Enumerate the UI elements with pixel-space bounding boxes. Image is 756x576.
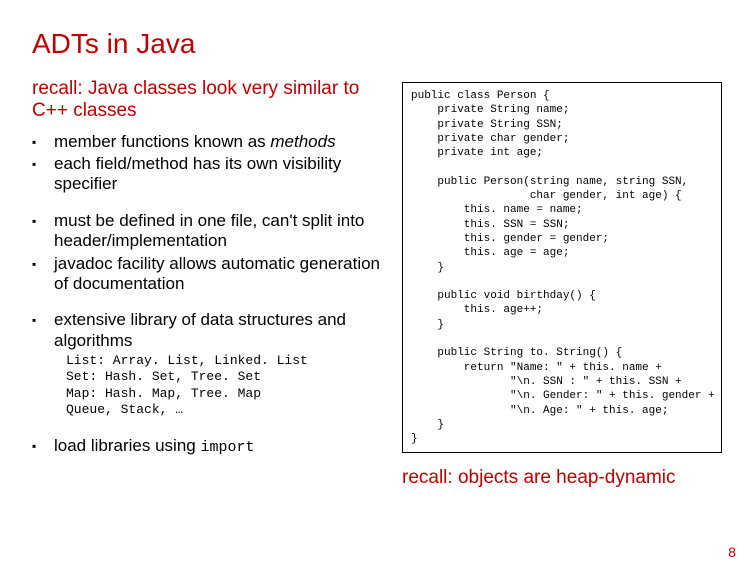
bullet-text: must be defined in one file, can't split… [54, 211, 382, 252]
bullet-text: extensive library of data structures and… [54, 310, 382, 351]
bullet-marker: ▪ [32, 132, 54, 152]
bullet-group-d: ▪ load libraries using import [32, 436, 382, 457]
recall-note: recall: objects are heap-dynamic [402, 467, 722, 489]
bullet-marker: ▪ [32, 154, 54, 195]
bullet-group-c: ▪ extensive library of data structures a… [32, 310, 382, 418]
bullet-text: load libraries using import [54, 436, 382, 457]
bullet-text: each field/method has its own visibility… [54, 154, 382, 195]
bullet-item: ▪ load libraries using import [32, 436, 382, 457]
bullet-text: javadoc facility allows automatic genera… [54, 254, 382, 295]
bullet-item: ▪ must be defined in one file, can't spl… [32, 211, 382, 252]
page-number: 8 [728, 544, 736, 560]
sub-list-mono: List: Array. List, Linked. List Set: Has… [66, 353, 382, 418]
right-column: public class Person { private String nam… [402, 78, 722, 489]
bullet-marker: ▪ [32, 254, 54, 295]
bullet-marker: ▪ [32, 211, 54, 252]
bullet-text: member functions known as methods [54, 132, 382, 152]
bullet-item: ▪ each field/method has its own visibili… [32, 154, 382, 195]
bullet-item: ▪ extensive library of data structures a… [32, 310, 382, 351]
intro-text: recall: Java classes look very similar t… [32, 78, 382, 122]
content-area: recall: Java classes look very similar t… [32, 78, 724, 489]
bullet-marker: ▪ [32, 310, 54, 351]
bullet-item: ▪ javadoc facility allows automatic gene… [32, 254, 382, 295]
code-sample: public class Person { private String nam… [402, 82, 722, 453]
left-column: recall: Java classes look very similar t… [32, 78, 382, 489]
bullet-group-a: ▪ member functions known as methods ▪ ea… [32, 132, 382, 195]
bullet-item: ▪ member functions known as methods [32, 132, 382, 152]
slide-title: ADTs in Java [32, 28, 724, 60]
bullet-marker: ▪ [32, 436, 54, 457]
bullet-group-b: ▪ must be defined in one file, can't spl… [32, 211, 382, 295]
